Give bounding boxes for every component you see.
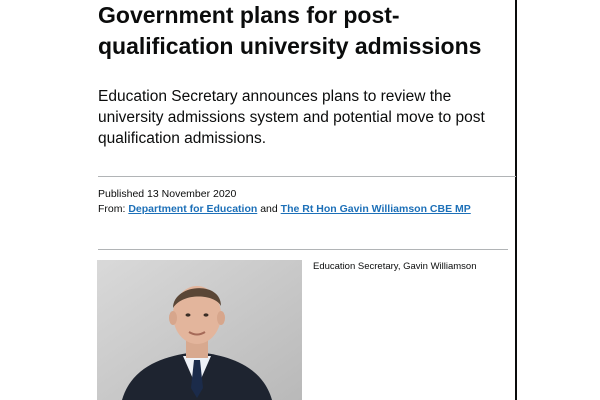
from-info: From: Department for Education and The R… [98,202,471,216]
page-border-line [515,0,517,400]
published-date: 13 November 2020 [147,188,237,200]
minister-link[interactable]: The Rt Hon Gavin Williamson CBE MP [281,203,471,215]
article-summary: Education Secretary announces plans to r… [98,88,485,147]
from-label: From: [98,203,126,215]
divider [98,176,516,177]
from-conjunction: and [260,203,278,215]
minister-photo [97,260,302,400]
department-link[interactable]: Department for Education [128,203,257,215]
image-caption: Education Secretary, Gavin Williamson [313,261,477,272]
published-label: Published [98,188,145,200]
page-title: Government plans for post-qualification … [98,2,482,59]
published-info: Published 13 November 2020 [98,187,236,201]
divider [98,249,508,250]
